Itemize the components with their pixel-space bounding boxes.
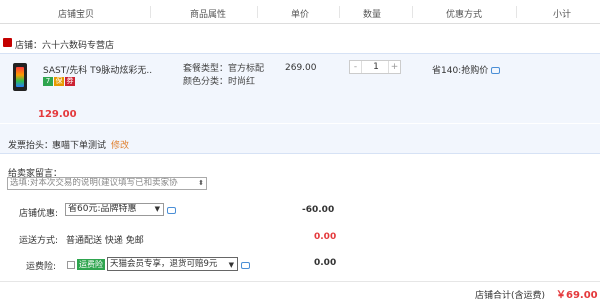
- shop-discount-amount: -60.00: [302, 205, 335, 215]
- promo-text: 省140:抢购价: [432, 66, 489, 76]
- unit-price: 269.00: [285, 63, 317, 73]
- sku-package-type: 套餐类型：官方标配: [183, 64, 265, 74]
- invoice-edit-link[interactable]: 修改: [111, 138, 129, 151]
- shop-total-value: ￥69.00: [556, 290, 598, 301]
- shop-icon: [3, 38, 12, 47]
- insurance-option: 天猫会员专享，退货可赔9元: [110, 259, 218, 269]
- seven-day-return-icon[interactable]: 7: [43, 77, 53, 86]
- guarantee-icon[interactable]: 保: [54, 77, 64, 86]
- col-header-attrs: 商品属性: [190, 10, 227, 20]
- cart-item: SAST/先科 T9脉动炫彩无... 7保券 129.00 套餐类型：官方标配 …: [0, 53, 600, 123]
- product-thumbnail[interactable]: [13, 63, 27, 91]
- divider: [339, 6, 340, 18]
- insurance-info-icon[interactable]: [241, 262, 250, 269]
- shipping-label: 运送方式:: [19, 236, 59, 246]
- divider: [257, 6, 258, 18]
- sku-color: 颜色分类：时尚红: [183, 77, 256, 87]
- col-header-item: 店铺宝贝: [58, 10, 95, 20]
- promo-info-icon[interactable]: [491, 67, 501, 74]
- col-header-price: 单价: [291, 10, 310, 20]
- shop-name-link[interactable]: 店铺：六十六数码专营店: [15, 38, 114, 51]
- quantity-increase-button[interactable]: +: [388, 61, 400, 73]
- divider: [412, 6, 413, 18]
- insurance-label: 运费险:: [26, 262, 57, 272]
- quantity-stepper: - 1 +: [349, 60, 401, 74]
- discount-info-icon[interactable]: [167, 207, 176, 214]
- shipping-amount: 0.00: [314, 232, 337, 242]
- chevron-down-icon: ▼: [228, 261, 234, 269]
- invoice-label: 发票抬头：: [8, 141, 54, 151]
- resize-arrows-icon: ⬍: [198, 179, 204, 187]
- quantity-input[interactable]: 1: [362, 61, 390, 73]
- insurance-badge: 运费险: [77, 259, 105, 270]
- coupon-icon[interactable]: 券: [65, 77, 75, 86]
- promo-info: 省140:抢购价: [432, 63, 501, 76]
- col-header-qty: 数量: [363, 10, 382, 20]
- insurance-amount: 0.00: [314, 258, 337, 268]
- invoice-row: 发票抬头： 惠喵下单测试 修改: [0, 124, 600, 154]
- item-subtotal: 129.00: [38, 109, 77, 120]
- service-badges: 7保券: [43, 76, 76, 86]
- quantity-decrease-button[interactable]: -: [350, 61, 362, 73]
- sku-attributes: 套餐类型：官方标配 颜色分类：时尚红: [183, 63, 264, 89]
- shipping-method: 普通配送 快递 免邮: [66, 236, 144, 246]
- insurance-checkbox[interactable]: [67, 261, 75, 269]
- divider: [516, 6, 517, 18]
- message-placeholder: 选填:对本次交易的说明(建议填写已和卖家协: [10, 178, 178, 188]
- shop-discount-value: 省60元:品牌特惠: [68, 204, 137, 214]
- col-header-promo: 优惠方式: [446, 10, 483, 20]
- divider: [0, 281, 600, 282]
- chevron-down-icon: ▼: [154, 205, 160, 213]
- insurance-select[interactable]: 天猫会员专享，退货可赔9元 ▼: [107, 257, 238, 271]
- shop-discount-label: 店铺优惠:: [19, 209, 59, 219]
- divider: [150, 6, 151, 18]
- shop-total-label: 店铺合计(含运费): [475, 291, 546, 301]
- shop-row: 店铺：六十六数码专营店: [0, 36, 600, 52]
- product-title-link[interactable]: SAST/先科 T9脉动炫彩无...: [43, 63, 153, 76]
- invoice-title-value: 惠喵下单测试: [52, 141, 107, 151]
- cart-header: 店铺宝贝 商品属性 单价 数量 优惠方式 小计: [0, 0, 600, 24]
- shop-discount-select[interactable]: 省60元:品牌特惠 ▼: [65, 203, 164, 216]
- message-to-seller-input[interactable]: 选填:对本次交易的说明(建议填写已和卖家协 ⬍: [7, 177, 207, 190]
- col-header-subtotal: 小计: [553, 10, 572, 20]
